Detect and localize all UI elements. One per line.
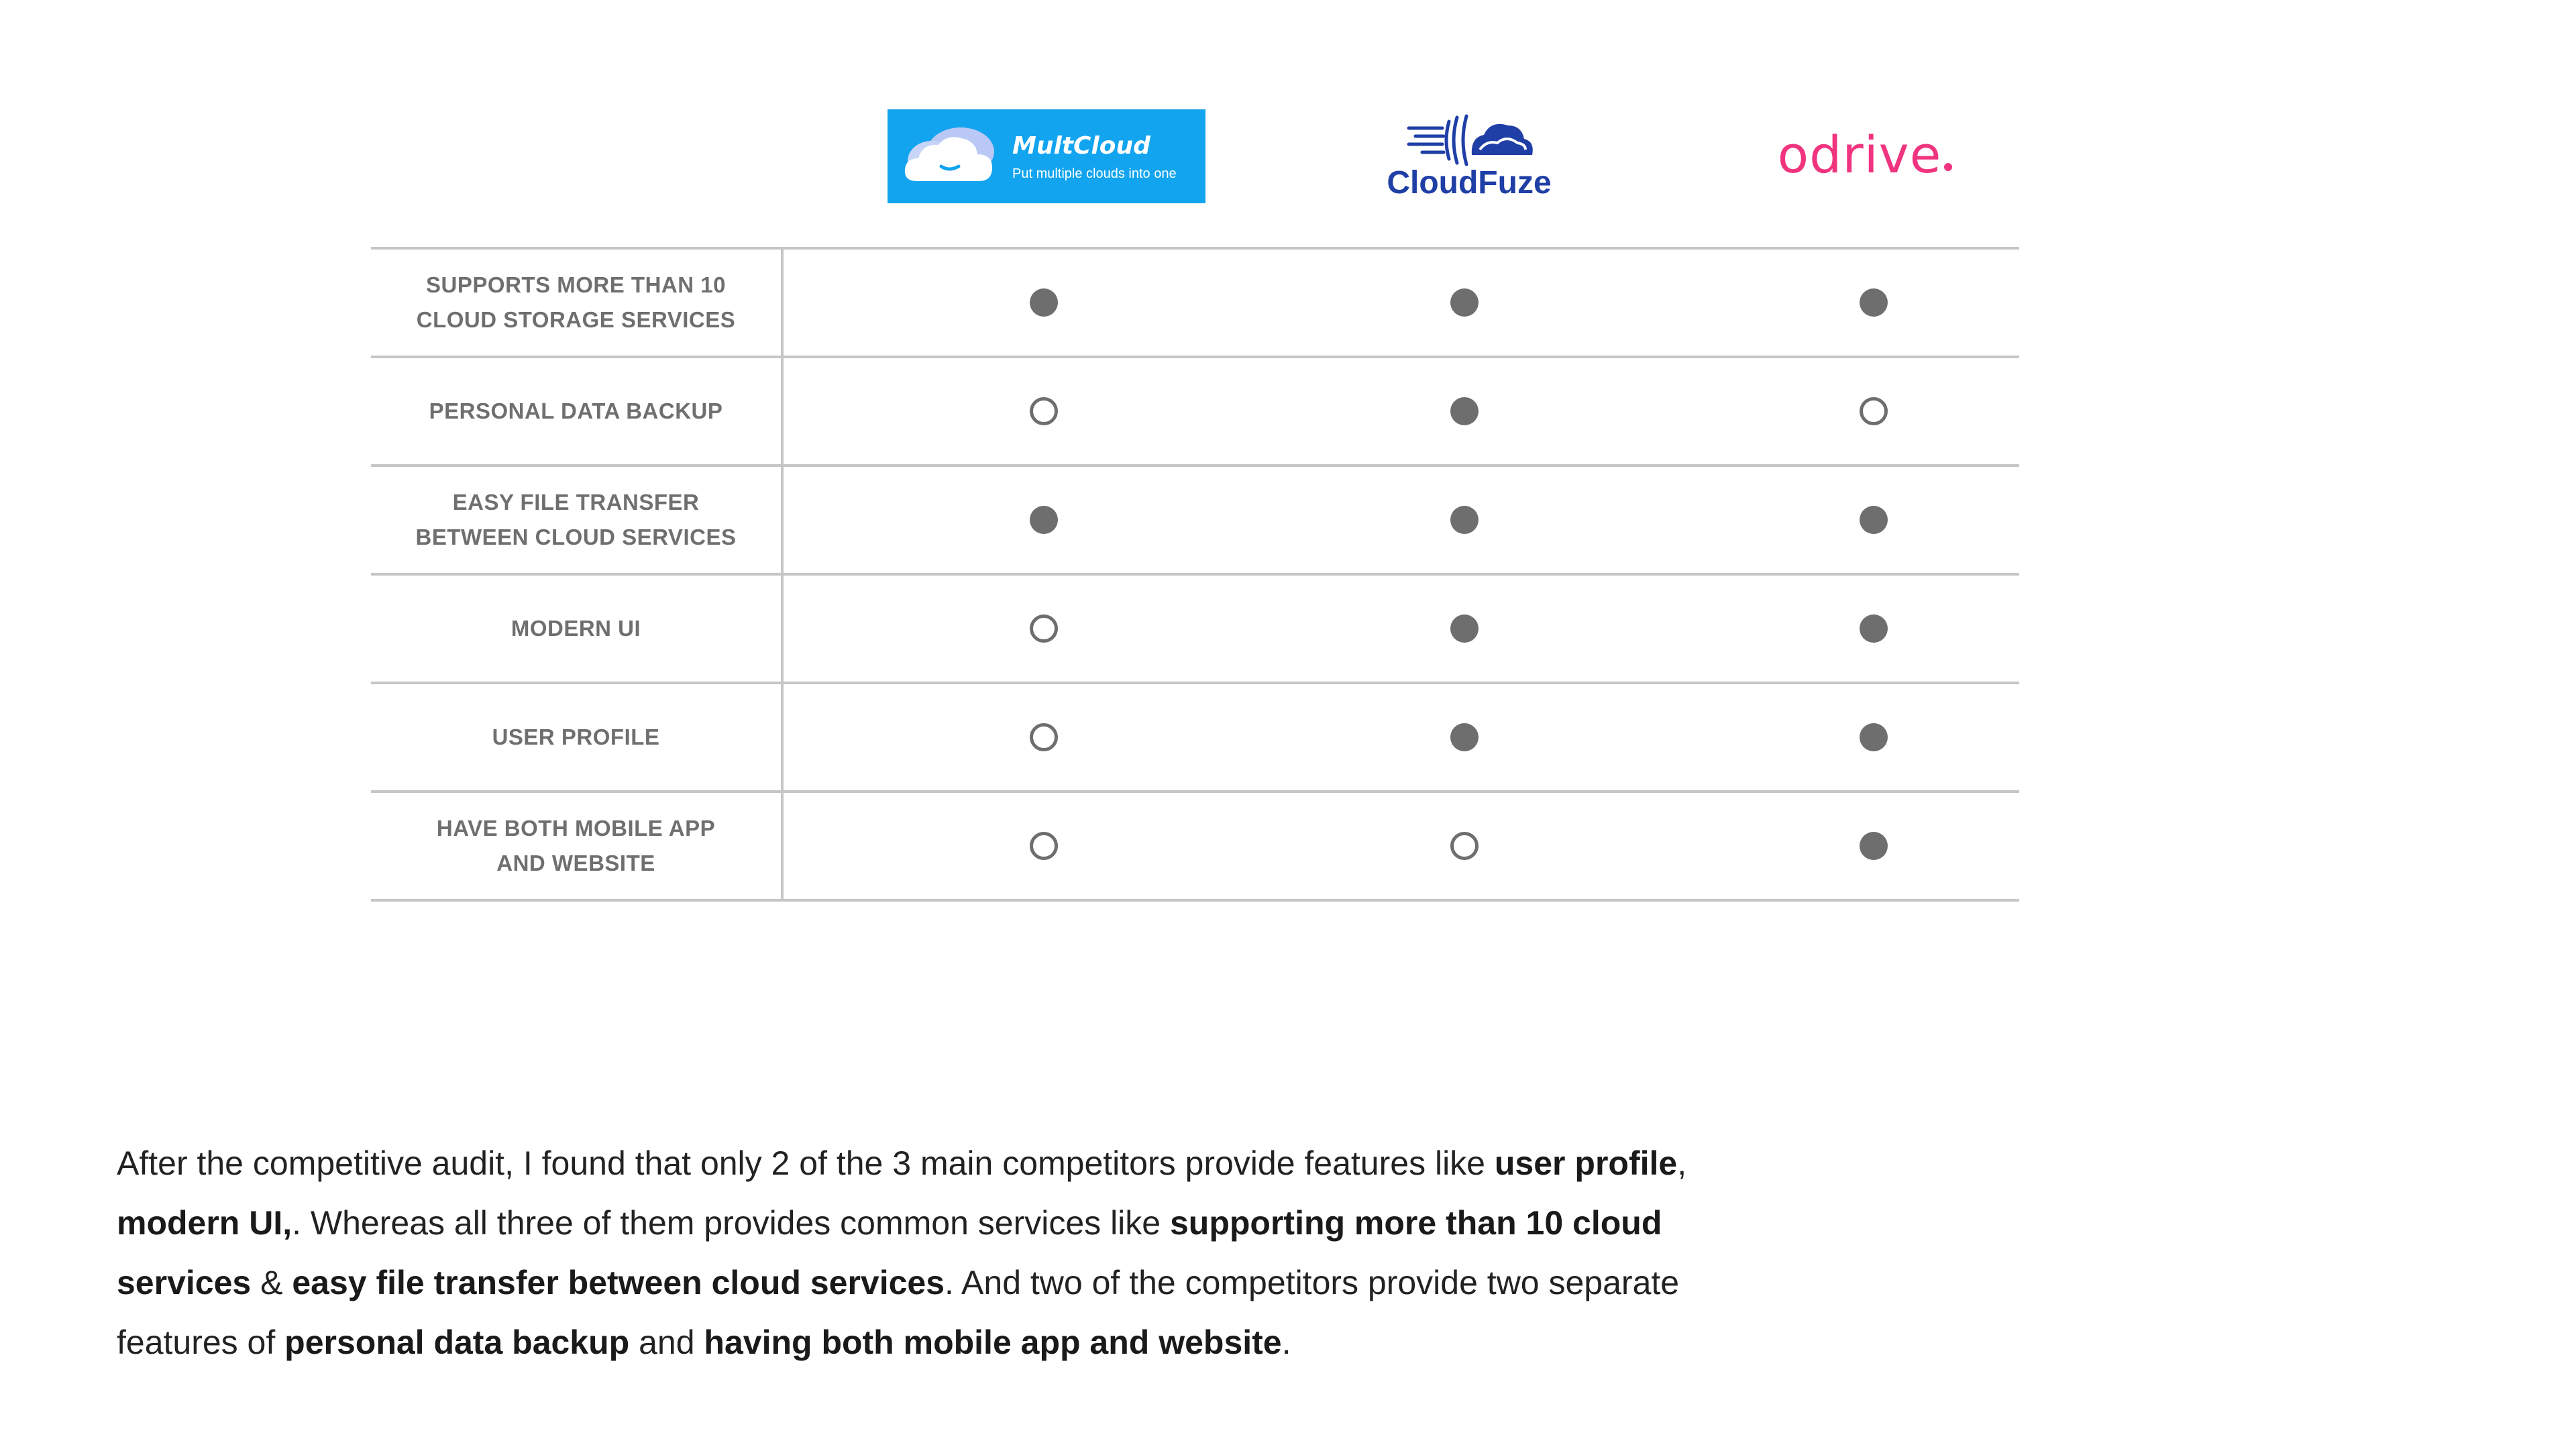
feature-label: USER PROFILE [492,724,660,749]
summary-text: and [629,1324,704,1361]
summary-highlight: personal data backup [284,1324,630,1361]
odrive-name: odrive [1777,124,1942,184]
feature-label: SUPPORTS MORE THAN 10 CLOUD STORAGE SERV… [416,272,736,332]
empty-circle-icon [1860,397,1888,425]
audit-summary: After the competitive audit, I found tha… [117,1134,1794,1373]
feature-label: PERSONAL DATA BACKUP [429,398,723,423]
filled-circle-icon [1450,288,1479,317]
summary-text: . [1281,1324,1291,1361]
empty-circle-icon [1030,832,1058,860]
table-row: MODERN UI [371,576,2019,684]
table-row: USER PROFILE [371,684,2019,793]
feature-label: HAVE BOTH MOBILE APP AND WEBSITE [436,816,716,875]
summary-text: . Whereas all three of them provides com… [292,1204,1170,1242]
empty-circle-icon [1030,723,1058,751]
filled-circle-icon [1860,614,1888,643]
summary-highlight: having both mobile app and website [704,1324,1282,1361]
table-row: HAVE BOTH MOBILE APP AND WEBSITE [371,793,2019,902]
feature-label: MODERN UI [511,616,641,641]
empty-circle-icon [1450,832,1479,860]
cloud-icon [904,127,994,181]
multcloud-logo: MultCloud Put multiple clouds into one [888,109,1205,203]
summary-text: & [251,1264,292,1301]
filled-circle-icon [1450,397,1479,425]
empty-circle-icon [1030,397,1058,425]
filled-circle-icon [1860,723,1888,751]
filled-circle-icon [1860,832,1888,860]
empty-circle-icon [1030,614,1058,643]
multcloud-tagline: Put multiple clouds into one [1012,166,1177,181]
summary-highlight: user profile [1494,1144,1678,1182]
filled-circle-icon [1030,288,1058,317]
table-row: EASY FILE TRANSFER BETWEEN CLOUD SERVICE… [371,467,2019,576]
filled-circle-icon [1860,288,1888,317]
feature-label: EASY FILE TRANSFER BETWEEN CLOUD SERVICE… [415,490,737,549]
filled-circle-icon [1030,506,1058,534]
filled-circle-icon [1450,506,1479,534]
odrive-dot [1944,163,1953,171]
multcloud-name: MultCloud [1012,131,1150,160]
filled-circle-icon [1450,614,1479,643]
summary-highlight: modern UI, [117,1204,292,1242]
filled-circle-icon [1450,723,1479,751]
filled-circle-icon [1860,506,1888,534]
cloudfuze-mark-icon [1407,114,1533,166]
summary-text: , [1677,1144,1687,1182]
table-row: PERSONAL DATA BACKUP [371,358,2019,467]
summary-highlight: easy file transfer between cloud service… [292,1264,945,1301]
cloudfuze-logo: CloudFuze [1362,101,1576,208]
summary-text: After the competitive audit, I found tha… [117,1144,1495,1182]
cloudfuze-name: CloudFuze [1387,165,1552,201]
odrive-logo: odrive [1758,117,1972,191]
comparison-table: SUPPORTS MORE THAN 10 CLOUD STORAGE SERV… [371,247,2019,902]
table-row: SUPPORTS MORE THAN 10 CLOUD STORAGE SERV… [371,250,2019,358]
